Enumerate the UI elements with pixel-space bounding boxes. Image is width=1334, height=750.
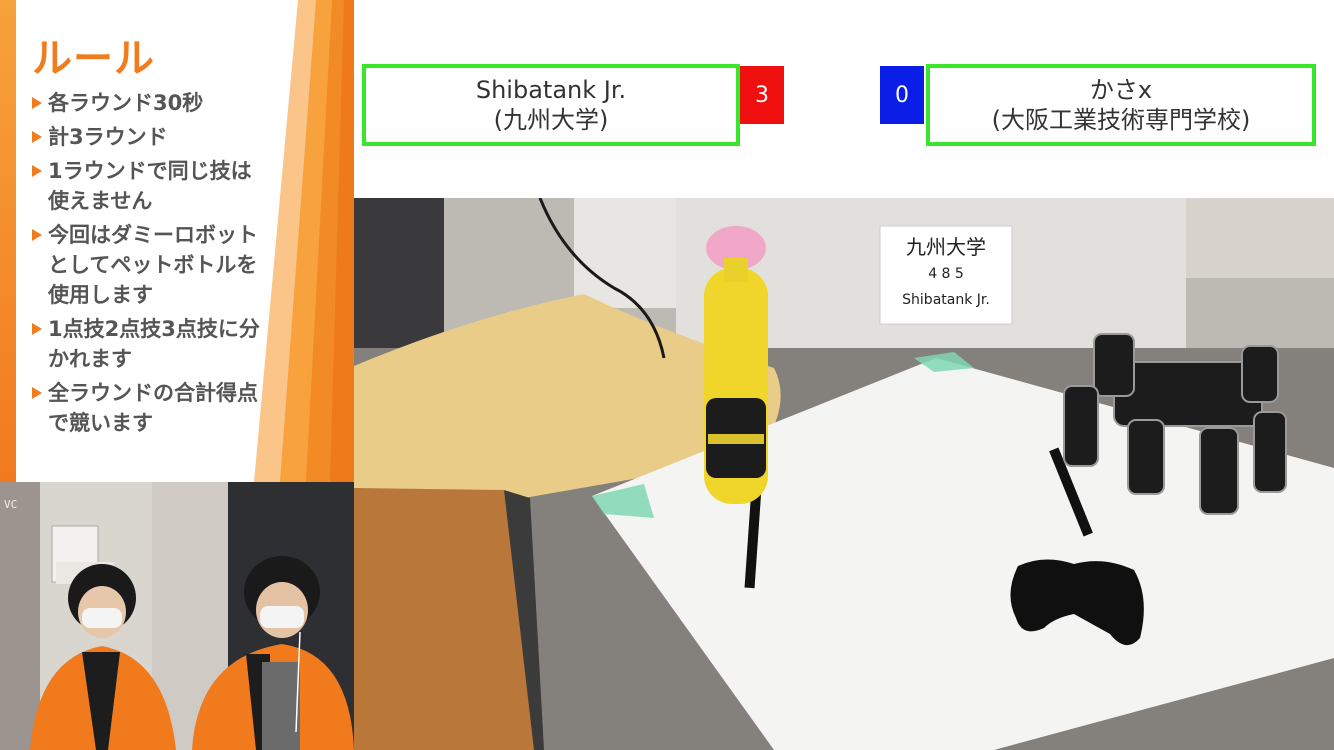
webcam-scene xyxy=(0,482,354,750)
arena-video-feed: 九州大学 4 8 5 Shibatank Jr. xyxy=(354,198,1334,750)
webcam-feed: VC xyxy=(0,482,354,750)
rule-item: 1点技2点技3点技に分 かれます xyxy=(32,314,312,374)
camera-watermark: VC xyxy=(4,498,18,511)
rule-text: 全ラウンドの合計得点 xyxy=(48,381,258,405)
rule-text: で競います xyxy=(48,411,153,435)
team-b-score: 0 xyxy=(880,66,924,124)
triangle-bullet-icon xyxy=(32,97,42,109)
team-a-score: 3 xyxy=(740,66,784,124)
sign-line: Shibatank Jr. xyxy=(902,292,990,308)
rule-item: 全ラウンドの合計得点 で競います xyxy=(32,378,312,438)
sign-line: 4 8 5 xyxy=(928,266,964,282)
team-a-name: Shibatank Jr. xyxy=(475,76,627,104)
rules-left-stripe xyxy=(0,0,16,482)
triangle-bullet-icon xyxy=(32,131,42,143)
rule-item: 1ラウンドで同じ技は 使えません xyxy=(32,156,312,216)
team-a-affiliation: (九州大学) xyxy=(493,106,609,134)
rules-title: ルール xyxy=(32,36,155,82)
rule-text: 今回はダミーロボット xyxy=(48,223,258,247)
rule-text: 1点技2点技3点技に分 xyxy=(48,317,260,341)
team-a-box: Shibatank Jr. (九州大学) xyxy=(362,64,740,146)
rule-text: 計3ラウンド xyxy=(48,125,168,149)
team-b-name: かさx xyxy=(1089,76,1153,104)
team-b-box: かさx (大阪工業技術専門学校) xyxy=(926,64,1316,146)
sign-line: 九州大学 xyxy=(906,235,986,259)
rule-text: 1ラウンドで同じ技は xyxy=(48,159,252,183)
triangle-bullet-icon xyxy=(32,165,42,177)
rule-text: かれます xyxy=(48,347,132,371)
rule-text: 各ラウンド30秒 xyxy=(48,91,204,115)
triangle-bullet-icon xyxy=(32,229,42,241)
arena-scene: 九州大学 4 8 5 Shibatank Jr. xyxy=(354,198,1334,750)
triangle-bullet-icon xyxy=(32,387,42,399)
rule-text: としてペットボトルを xyxy=(48,253,258,277)
rule-item: 今回はダミーロボット としてペットボトルを 使用します xyxy=(32,220,312,310)
rule-text: 使用します xyxy=(48,283,153,307)
rule-item: 計3ラウンド xyxy=(32,122,312,152)
team-b-affiliation: (大阪工業技術専門学校) xyxy=(991,106,1251,134)
scoreboard: Shibatank Jr. (九州大学) 3 0 かさx (大阪工業技術専門学校… xyxy=(354,0,1334,198)
triangle-bullet-icon xyxy=(32,323,42,335)
rule-text: 使えません xyxy=(48,189,153,213)
rule-item: 各ラウンド30秒 xyxy=(32,88,312,118)
rules-panel: ルール 各ラウンド30秒 計3ラウンド 1ラウンドで同じ技は 使えません 今回は… xyxy=(0,0,354,482)
rules-list: 各ラウンド30秒 計3ラウンド 1ラウンドで同じ技は 使えません 今回はダミーロ… xyxy=(32,88,312,442)
